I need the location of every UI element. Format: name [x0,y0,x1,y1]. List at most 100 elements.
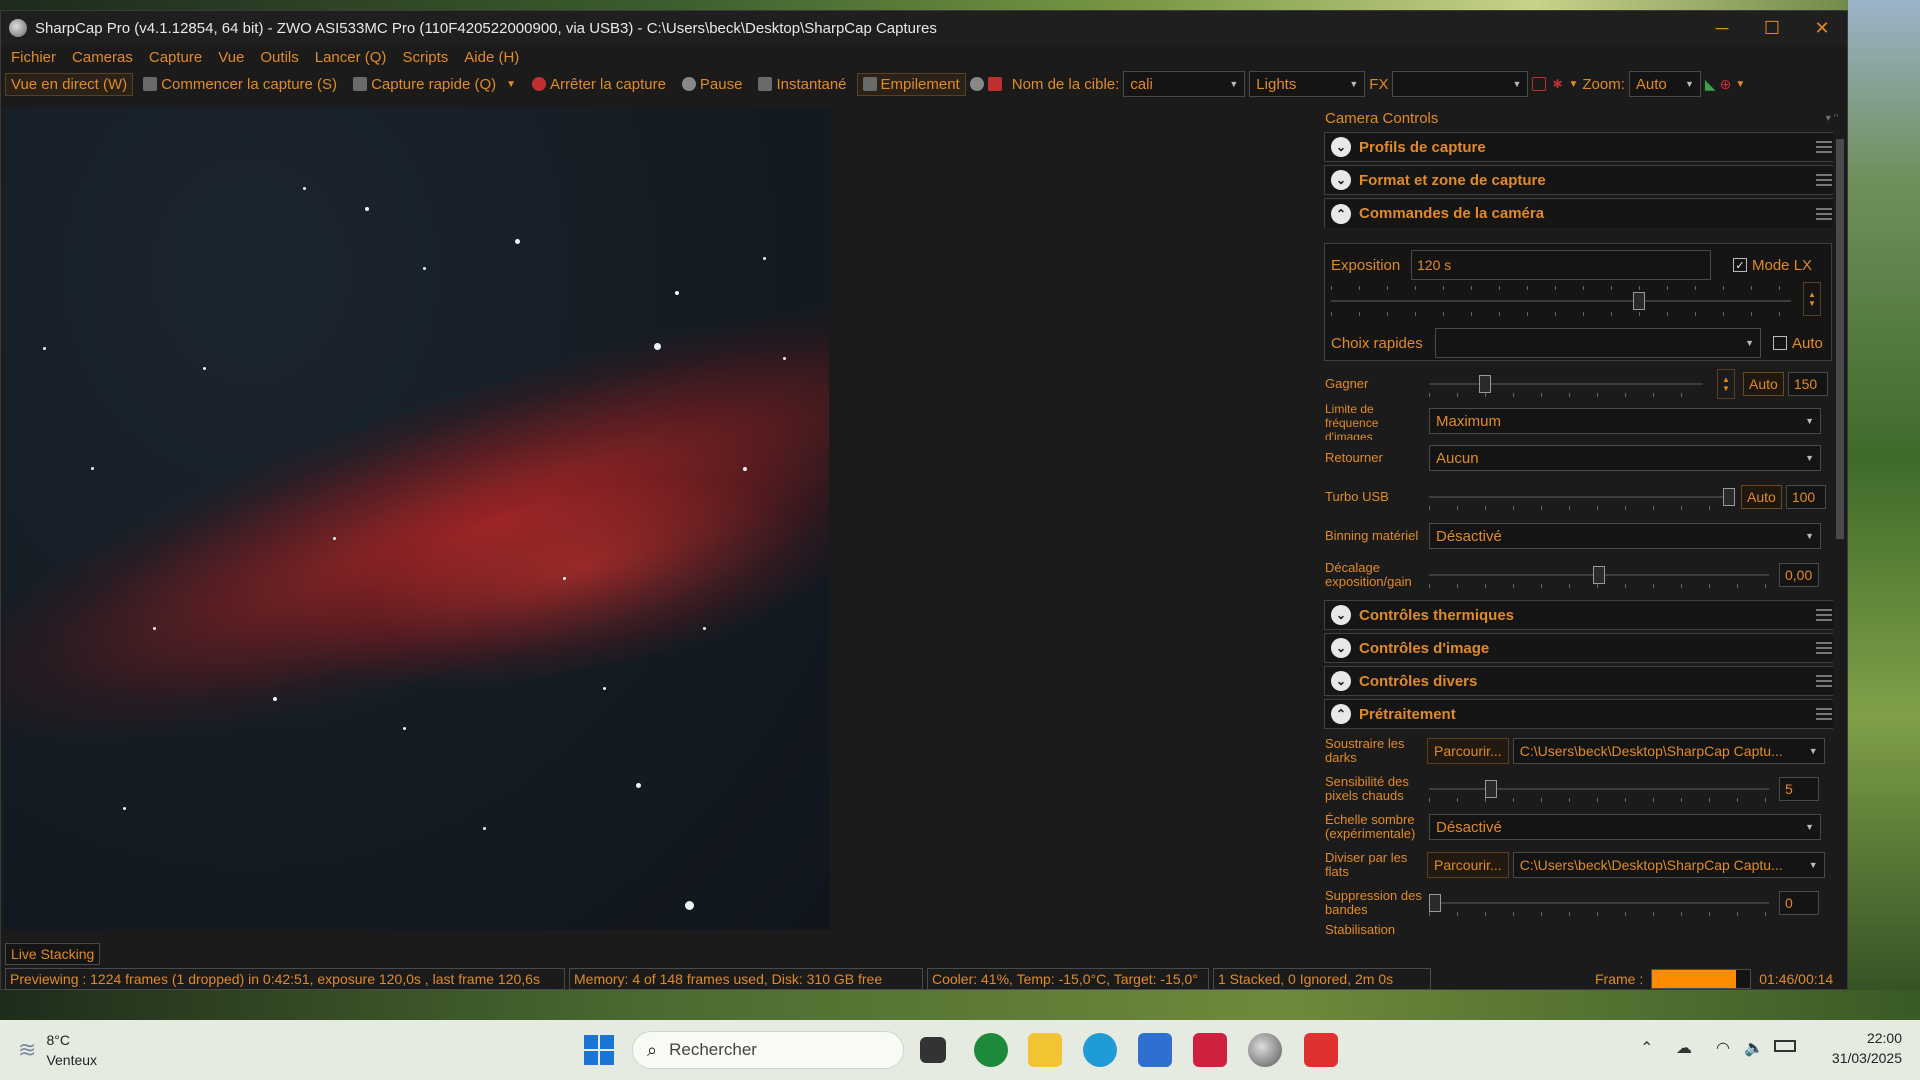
chevron-down-icon[interactable]: ▼ [506,79,516,90]
menu-icon[interactable] [1816,174,1832,186]
menu-icon[interactable] [1816,642,1832,654]
menu-capture[interactable]: Capture [141,49,210,66]
chevron-down-icon[interactable]: ▼ [1735,79,1745,90]
menu-icon[interactable] [1816,675,1832,687]
gain-value-input[interactable]: 150 [1787,372,1828,396]
histogram-stretch-icon[interactable]: ◣ [1705,76,1716,93]
binning-dropdown[interactable]: Désactivé ▼ [1429,523,1821,549]
section-preprocessing[interactable]: ⌃ Prétraitement [1324,699,1841,729]
live-view-button[interactable]: Vue en direct (W) [5,72,134,96]
exposure-input[interactable]: 120 s [1411,250,1711,280]
menu-icon[interactable] [1816,609,1832,621]
exp-gain-offset-slider-thumb[interactable] [1593,566,1605,584]
banding-input[interactable]: 0 [1779,891,1819,915]
pause-button[interactable]: Pause [676,73,749,96]
section-format-area[interactable]: ⌄ Format et zone de capture [1324,165,1841,195]
flat-path-dropdown[interactable]: C:\Users\beck\Desktop\SharpCap Captu... ▼ [1512,852,1825,878]
chevron-down-icon[interactable]: ⌄ [1331,671,1351,691]
target-icon[interactable]: ⊕ [1720,76,1732,93]
file-explorer-icon[interactable] [1028,1033,1062,1067]
stop-capture-button[interactable]: Arrêter la capture [526,73,672,96]
hot-pixel-slider-thumb[interactable] [1485,780,1497,798]
zoom-dropdown[interactable]: Auto ▼ [1628,71,1701,97]
gain-slider[interactable] [1429,374,1703,397]
volume-icon[interactable]: 🔈 [1744,1038,1764,1058]
dark-scale-dropdown[interactable]: Désactivé ▼ [1429,814,1821,840]
windows-start-icon[interactable] [584,1035,614,1065]
usb-turbo-slider[interactable] [1429,487,1735,510]
maximize-button[interactable]: ☐ [1747,11,1797,45]
app-red-icon[interactable] [1193,1033,1227,1067]
banding-slider[interactable] [1429,893,1769,916]
auto-checkbox[interactable]: Auto [1773,335,1823,352]
menu-vue[interactable]: Vue [210,49,252,66]
sphere-icon[interactable] [969,77,984,91]
dark-path-dropdown[interactable]: C:\Users\beck\Desktop\SharpCap Captu... ▼ [1512,738,1825,764]
chevron-down-icon[interactable]: ▼ [1568,79,1578,90]
menu-aide[interactable]: Aide (H) [456,49,527,66]
chevron-up-icon[interactable]: ⌃ [1640,1038,1653,1058]
chevron-up-icon[interactable]: ⌃ [1331,704,1351,724]
cloud-icon[interactable]: ☁ [1676,1038,1692,1058]
section-image[interactable]: ⌄ Contrôles d'image [1324,633,1841,663]
flat-browse-button[interactable]: Parcourir... [1427,852,1509,878]
menu-outils[interactable]: Outils [252,49,306,66]
section-capture-profiles[interactable]: ⌄ Profils de capture [1324,132,1841,162]
menu-icon[interactable] [1816,207,1832,220]
close-button[interactable]: ✕ [1797,11,1847,45]
clock[interactable]: 22:00 31/03/2025 [1832,1028,1902,1068]
scrollbar-thumb[interactable] [1836,139,1844,539]
anydesk-icon[interactable] [1304,1033,1338,1067]
camera-controls-scrollbar[interactable] [1833,117,1847,929]
banding-slider-thumb[interactable] [1429,894,1441,912]
flip-dropdown[interactable]: Aucun ▼ [1429,445,1821,471]
task-view-icon[interactable] [920,1037,946,1063]
grid-icon[interactable]: ✱ [1550,77,1564,91]
reticle-icon[interactable] [1532,77,1547,91]
fx-dropdown[interactable]: ▼ [1392,71,1529,97]
menu-lancer[interactable]: Lancer (Q) [307,49,395,66]
quick-capture-button[interactable]: Capture rapide (Q) ▼ [347,73,522,96]
hot-pixel-input[interactable]: 5 [1779,777,1819,801]
exp-gain-offset-input[interactable]: 0,00 [1779,563,1819,587]
quick-choices-dropdown[interactable]: ▼ [1435,328,1761,358]
menu-scripts[interactable]: Scripts [394,49,456,66]
usb-turbo-auto-button[interactable]: Auto [1741,485,1782,509]
menu-icon[interactable] [1816,141,1832,153]
exp-gain-offset-slider[interactable] [1429,565,1769,588]
section-thermal[interactable]: ⌄ Contrôles thermiques [1324,600,1841,630]
gain-auto-button[interactable]: Auto [1743,372,1784,396]
app-green-icon[interactable] [974,1033,1008,1067]
chevron-down-icon[interactable]: ⌄ [1331,137,1351,157]
store-icon[interactable] [1138,1033,1172,1067]
frame-rate-dropdown[interactable]: Maximum ▼ [1429,408,1821,434]
gain-stepper[interactable]: ▲ ▼ [1717,369,1735,399]
snapshot-button[interactable]: Instantané [752,73,852,96]
target-name-dropdown[interactable]: cali ▼ [1123,71,1246,97]
frame-type-dropdown[interactable]: Lights ▼ [1249,71,1366,97]
usb-turbo-value-input[interactable]: 100 [1785,485,1826,509]
minimize-button[interactable]: ─ [1697,11,1747,45]
live-stacking-tab[interactable]: Live Stacking [5,943,101,965]
edge-browser-icon[interactable] [1083,1033,1117,1067]
dark-browse-button[interactable]: Parcourir... [1427,738,1509,764]
wifi-icon[interactable]: ◠ [1716,1038,1730,1058]
chevron-down-icon[interactable]: ⌄ [1331,638,1351,658]
start-capture-button[interactable]: Commencer la capture (S) [137,73,343,96]
menu-cameras[interactable]: Cameras [64,49,141,66]
exposure-slider[interactable] [1331,286,1791,316]
menu-icon[interactable] [1816,708,1832,720]
sharpcap-taskbar-icon[interactable] [1248,1033,1282,1067]
stacking-button[interactable]: Empilement [856,72,966,96]
weather-widget[interactable]: ≋ 8°C Venteux [18,1030,97,1070]
gain-slider-thumb[interactable] [1479,375,1491,393]
section-camera-commands[interactable]: ⌃ Commandes de la caméra [1324,198,1841,228]
battery-icon[interactable] [1774,1040,1796,1052]
histogram-icon[interactable] [987,77,1002,91]
chevron-down-icon[interactable]: ⌄ [1331,170,1351,190]
chevron-up-icon[interactable]: ⌃ [1331,203,1351,224]
lx-mode-checkbox[interactable]: ✓ Mode LX [1733,257,1812,274]
chevron-down-icon[interactable]: ⌄ [1331,605,1351,625]
section-misc[interactable]: ⌄ Contrôles divers [1324,666,1841,696]
camera-preview-image[interactable] [3,107,829,930]
